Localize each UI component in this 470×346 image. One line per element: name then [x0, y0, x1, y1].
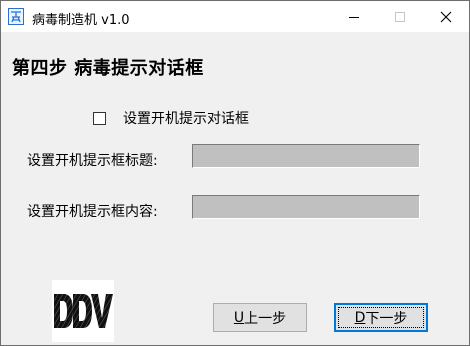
app-window: 病毒制造机 v1.0 第四步 病毒提示对话框 设置开机提示对话框 设置开机提示框…: [0, 0, 470, 346]
checkbox-box[interactable]: [93, 111, 106, 125]
title-bar[interactable]: 病毒制造机 v1.0: [1, 1, 469, 32]
ddv-logo: [52, 280, 114, 342]
next-label: 下一步: [365, 310, 408, 327]
app-icon: [8, 8, 24, 25]
startup-title-label: 设置开机提示框标题:: [27, 153, 158, 169]
startup-dialog-checkbox[interactable]: 设置开机提示对话框: [93, 108, 249, 128]
startup-content-input[interactable]: [192, 195, 420, 219]
startup-content-label: 设置开机提示框内容:: [27, 204, 158, 220]
startup-title-input[interactable]: [192, 144, 420, 168]
next-mnemonic: D: [354, 309, 366, 326]
minimize-button[interactable]: [331, 1, 377, 32]
close-icon: [440, 11, 452, 22]
maximize-button[interactable]: [377, 1, 423, 32]
close-button[interactable]: [423, 1, 469, 32]
previous-step-button[interactable]: U 上一步: [213, 303, 307, 332]
maximize-icon: [395, 11, 405, 22]
minimize-icon: [349, 16, 359, 18]
previous-label: 上一步: [244, 310, 287, 327]
next-step-button[interactable]: D 下一步: [334, 303, 428, 332]
checkbox-label[interactable]: 设置开机提示对话框: [123, 108, 249, 128]
previous-mnemonic: U: [233, 309, 245, 326]
step-title: 第四步 病毒提示对话框: [12, 58, 204, 79]
window-title: 病毒制造机 v1.0: [32, 13, 130, 28]
